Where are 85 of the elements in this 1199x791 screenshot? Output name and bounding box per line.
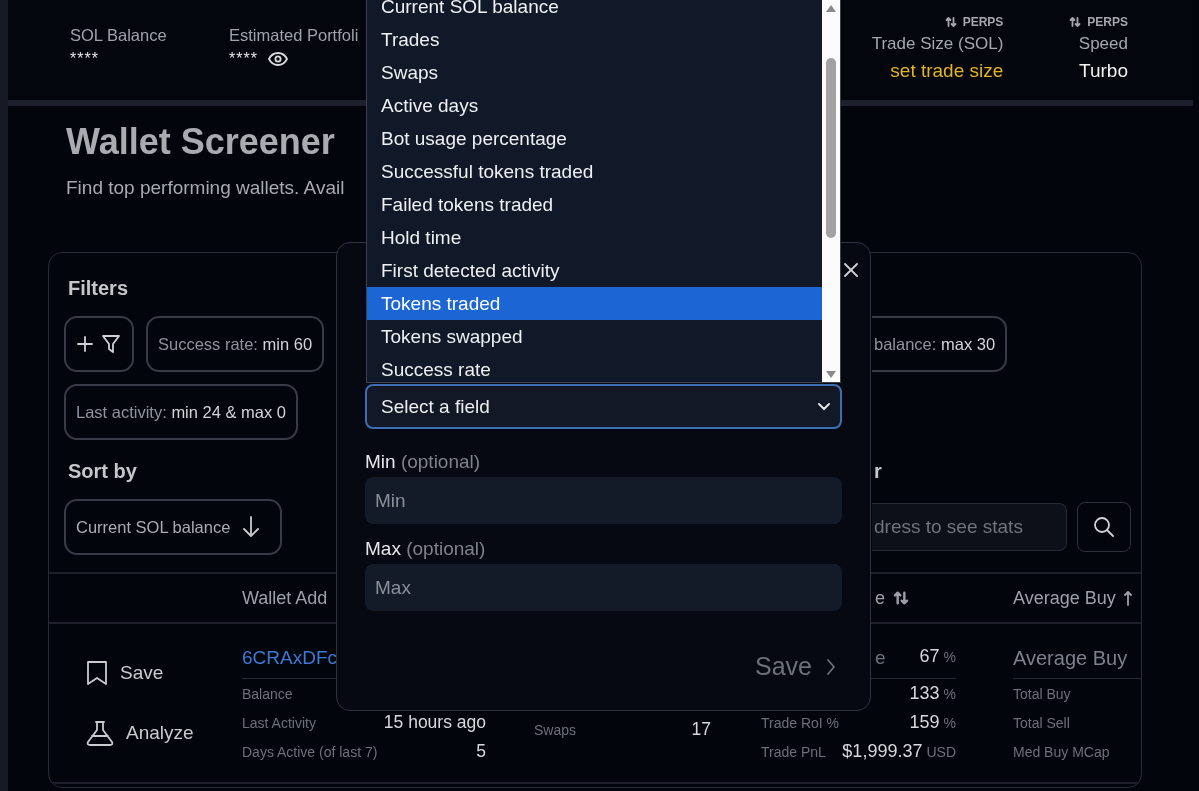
search-field[interactable]: dress to see stats xyxy=(872,503,1067,551)
section-heading: Filters xyxy=(68,276,129,300)
wallet-address-link[interactable]: 6CRAxDFc xyxy=(242,647,337,668)
metric-unit: % xyxy=(943,686,956,702)
flask-icon xyxy=(86,720,114,746)
dropdown-option[interactable]: Failed tokens traded xyxy=(367,188,822,221)
search-icon xyxy=(1093,516,1115,538)
perps-tag: PERPS xyxy=(962,14,1004,30)
save-button[interactable]: Save xyxy=(755,652,836,681)
filter-chip[interactable]: balance: max 30 xyxy=(872,316,1008,372)
max-field[interactable]: Max xyxy=(365,564,842,611)
perps-tag: PERPS xyxy=(1087,14,1128,30)
detail-label: Balance xyxy=(242,685,293,702)
dropdown-option[interactable]: First detected activity xyxy=(367,254,822,287)
metric-value: 159 xyxy=(909,712,940,733)
filter-icon xyxy=(101,334,121,354)
metric-label: Trade RoI % xyxy=(761,714,840,731)
dropdown-option[interactable]: Tokens traded xyxy=(367,287,822,320)
save-button[interactable]: Save xyxy=(86,655,164,691)
scrollbar-thumb[interactable] xyxy=(826,58,836,238)
chevron-down-icon xyxy=(818,402,830,411)
section-heading: Sort by xyxy=(68,459,137,483)
dropdown-option[interactable]: Hold time xyxy=(367,221,822,254)
dropdown-option[interactable]: Tokens swapped xyxy=(367,320,822,353)
setting-label: Speed xyxy=(1078,33,1128,55)
dropdown-option[interactable]: Current SOL balance xyxy=(367,0,822,23)
close-button[interactable] xyxy=(844,263,858,277)
sort-button[interactable]: Current SOL balance xyxy=(64,499,282,555)
metric-value: $1,999.37 xyxy=(842,741,923,762)
field-select[interactable]: Select a field xyxy=(365,384,842,429)
sort-arrows-icon xyxy=(944,16,957,28)
detail-label: Last Activity xyxy=(242,714,316,731)
section-heading: r xyxy=(874,459,882,483)
detail-label: Swaps xyxy=(534,721,577,738)
scroll-up-icon[interactable] xyxy=(826,5,836,12)
dropdown-option[interactable]: Trades xyxy=(367,23,822,56)
setting-value: Turbo xyxy=(1079,59,1128,83)
metric-label: Total Sell xyxy=(1013,714,1070,731)
detail-value: 15 hours ago xyxy=(383,712,486,733)
field-label: Max (optional) xyxy=(365,537,487,561)
detail-label: Days Active (of last 7) xyxy=(242,743,378,760)
metric-unit: % xyxy=(943,715,956,731)
scroll-down-icon[interactable] xyxy=(826,371,836,378)
dropdown-option[interactable]: Active days xyxy=(367,89,822,122)
column-header[interactable]: Wallet Add xyxy=(242,587,328,609)
metric-value: 67 xyxy=(919,646,940,667)
metric-label: e xyxy=(875,646,886,670)
plus-icon xyxy=(77,336,93,352)
arrow-down-icon xyxy=(242,516,261,538)
metric-unit: % xyxy=(943,649,956,665)
scrollbar[interactable] xyxy=(822,0,840,382)
min-field[interactable]: Min xyxy=(365,477,842,524)
metric-label: Total Buy xyxy=(1013,685,1071,702)
metric-unit: USD xyxy=(926,744,956,760)
metric-label: Med Buy MCap xyxy=(1013,743,1110,760)
metric-heading: Average Buy xyxy=(1013,646,1141,679)
search-button[interactable] xyxy=(1077,502,1131,552)
metric-label: Trade PnL xyxy=(761,743,826,760)
column-header[interactable]: Average Buy xyxy=(1013,587,1116,609)
add-filter-button[interactable] xyxy=(64,316,134,372)
detail-value: 17 xyxy=(691,719,711,740)
setting-label: Trade Size (SOL) xyxy=(871,33,1004,55)
bookmark-icon xyxy=(86,660,108,686)
page-title: Wallet Screener xyxy=(66,120,335,164)
arrow-up-icon[interactable] xyxy=(1123,590,1132,606)
field-label: Min (optional) xyxy=(365,450,482,474)
dropdown-option[interactable]: Swaps xyxy=(367,56,822,89)
metric-value: 133 xyxy=(909,683,940,704)
dropdown-option[interactable]: Successful tokens traded xyxy=(367,155,822,188)
dropdown-option[interactable]: Success rate xyxy=(367,353,822,382)
setting-link[interactable]: set trade size xyxy=(890,59,1004,83)
analyze-button[interactable]: Analyze xyxy=(86,715,194,751)
sort-arrows-icon xyxy=(1069,16,1082,28)
chevron-right-icon xyxy=(826,657,836,676)
stat-label: SOL Balance xyxy=(70,25,168,45)
masked-value: **** xyxy=(229,49,258,69)
column-header[interactable]: e xyxy=(875,587,885,609)
filter-chip[interactable]: Last activity: min 24 & max 0 xyxy=(64,384,298,440)
eye-icon[interactable] xyxy=(267,51,288,67)
masked-value: **** xyxy=(70,49,99,69)
dropdown-option[interactable]: Bot usage percentage xyxy=(367,122,822,155)
page-subtitle: Find top performing wallets. Avail xyxy=(66,176,345,200)
detail-value: 5 xyxy=(476,741,486,762)
filter-chip[interactable]: Success rate: min 60 xyxy=(146,316,325,372)
sort-arrows-icon[interactable] xyxy=(893,590,909,606)
